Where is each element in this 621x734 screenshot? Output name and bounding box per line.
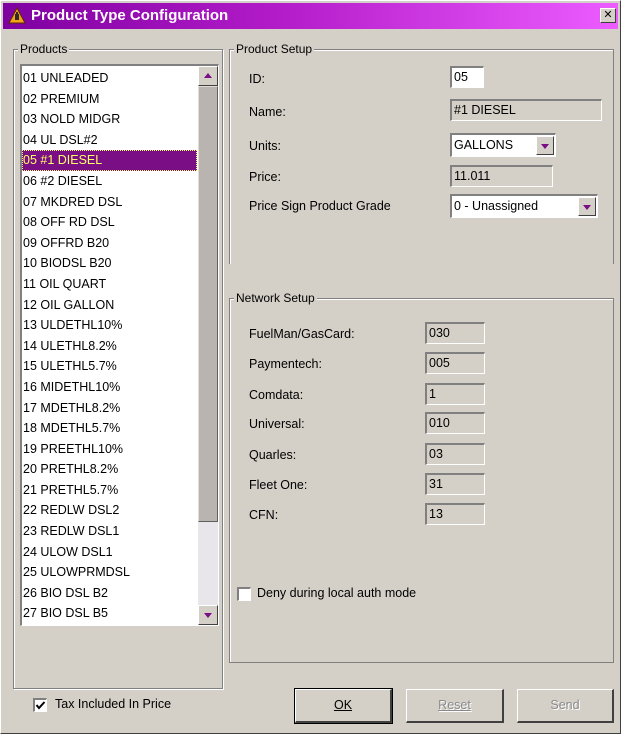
- price-label: Price:: [249, 170, 281, 184]
- list-item[interactable]: 12 OIL GALLON: [22, 295, 197, 316]
- deny-local-auth-label: Deny during local auth mode: [257, 586, 417, 600]
- checkmark-icon: [35, 701, 46, 710]
- list-item[interactable]: 23 REDLW DSL1: [22, 521, 197, 542]
- list-item[interactable]: 26 BIO DSL B2: [22, 583, 197, 604]
- list-item[interactable]: 05 #1 DIESEL: [22, 150, 197, 171]
- list-item[interactable]: 15 ULETHL5.7%: [22, 356, 197, 377]
- products-scrollbar[interactable]: [198, 66, 218, 625]
- network-row-field[interactable]: 005: [425, 352, 485, 374]
- products-legend: Products: [18, 41, 70, 57]
- network-row-field[interactable]: 1: [425, 383, 485, 405]
- network-row-label: Fleet One:: [249, 478, 308, 492]
- network-row-label: Comdata:: [249, 388, 304, 402]
- title-bar[interactable]: Product Type Configuration ✕: [3, 3, 618, 29]
- list-item[interactable]: 20 PRETHL8.2%: [22, 459, 197, 480]
- list-item[interactable]: 22 REDLW DSL2: [22, 500, 197, 521]
- network-setup-legend: Network Setup: [234, 290, 317, 306]
- name-field[interactable]: #1 DIESEL: [450, 99, 602, 121]
- units-select[interactable]: GALLONS: [450, 133, 556, 157]
- products-listbox[interactable]: 01 UNLEADED 02 PREMIUM 03 NOLD MIDGR 04 UL …: [20, 64, 219, 626]
- chevron-down-icon: [583, 205, 591, 210]
- product-list: 01 UNLEADED 02 PREMIUM 03 NOLD MIDGR 04 UL …: [22, 68, 197, 624]
- list-item[interactable]: 17 MDETHL8.2%: [22, 398, 197, 419]
- network-row-field[interactable]: 03: [425, 443, 485, 465]
- units-value: GALLONS: [454, 138, 514, 152]
- id-field[interactable]: 05: [450, 66, 484, 88]
- units-label: Units:: [249, 139, 281, 153]
- arrow-up-icon: [204, 73, 212, 78]
- deny-local-auth-checkbox[interactable]: [237, 587, 251, 601]
- network-row-field[interactable]: 010: [425, 412, 485, 434]
- list-item[interactable]: 16 MIDETHL10%: [22, 377, 197, 398]
- close-button[interactable]: ✕: [600, 8, 616, 23]
- window-title: Product Type Configuration: [31, 7, 229, 24]
- chevron-down-icon: [541, 144, 549, 149]
- list-item[interactable]: 21 PRETHL5.7%: [22, 480, 197, 501]
- list-item[interactable]: 10 BIODSL B20: [22, 253, 197, 274]
- id-label: ID:: [249, 72, 265, 86]
- list-item[interactable]: 01 UNLEADED: [22, 68, 197, 89]
- send-button[interactable]: Send: [517, 689, 614, 723]
- list-item[interactable]: 14 ULETHL8.2%: [22, 336, 197, 357]
- list-item[interactable]: 09 OFFRD B20: [22, 233, 197, 254]
- grade-value: 0 - Unassigned: [454, 199, 539, 213]
- send-button-label: Send: [550, 698, 580, 712]
- ok-button[interactable]: OK: [294, 688, 393, 724]
- list-item[interactable]: 27 BIO DSL B5: [22, 603, 197, 624]
- reset-button[interactable]: Reset: [406, 689, 504, 723]
- list-item[interactable]: 04 UL DSL#2: [22, 130, 197, 151]
- product-setup-group: Product Setup: [229, 41, 614, 264]
- network-row-label: Quarles:: [249, 448, 297, 462]
- list-item[interactable]: 03 NOLD MIDGR: [22, 109, 197, 130]
- product-setup-legend: Product Setup: [234, 41, 315, 57]
- arrow-down-icon: [204, 613, 212, 618]
- network-row-field[interactable]: 13: [425, 503, 485, 525]
- network-row-field[interactable]: 030: [425, 322, 485, 344]
- units-dropdown-button[interactable]: [536, 136, 554, 155]
- grade-dropdown-button[interactable]: [578, 197, 596, 216]
- scroll-down-button[interactable]: [198, 605, 218, 625]
- tax-included-label: Tax Included In Price: [55, 697, 172, 711]
- product-type-configuration-window: Product Type Configuration ✕ Products 01…: [0, 0, 621, 734]
- network-row-label: CFN:: [249, 508, 279, 522]
- list-item[interactable]: 18 MDETHL5.7%: [22, 418, 197, 439]
- grade-label: Price Sign Product Grade: [249, 199, 391, 213]
- list-item[interactable]: 02 PREMIUM: [22, 89, 197, 110]
- network-row-label: FuelMan/GasCard:: [249, 327, 355, 341]
- name-label: Name:: [249, 105, 286, 119]
- network-row-label: Paymentech:: [249, 357, 322, 371]
- scroll-thumb[interactable]: [198, 86, 218, 522]
- list-item[interactable]: 11 OIL QUART: [22, 274, 197, 295]
- list-item[interactable]: 07 MKDRED DSL: [22, 192, 197, 213]
- close-icon: ✕: [603, 9, 613, 21]
- reset-button-label: Reset: [438, 698, 471, 712]
- network-row-label: Universal:: [249, 417, 305, 431]
- list-item[interactable]: 25 ULOWPRMDSL: [22, 562, 197, 583]
- list-item[interactable]: 24 ULOW DSL1: [22, 542, 197, 563]
- price-field[interactable]: 11.011: [450, 165, 553, 187]
- scroll-up-button[interactable]: [198, 66, 218, 86]
- ok-button-label: OK: [333, 698, 353, 712]
- list-item[interactable]: 13 ULDETHL10%: [22, 315, 197, 336]
- list-item[interactable]: 08 OFF RD DSL: [22, 212, 197, 233]
- network-row-field[interactable]: 31: [425, 473, 485, 495]
- list-item[interactable]: 19 PREETHL10%: [22, 439, 197, 460]
- warning-fuel-icon: [8, 7, 26, 24]
- list-item[interactable]: 06 #2 DIESEL: [22, 171, 197, 192]
- tax-included-checkbox[interactable]: [33, 698, 47, 712]
- grade-select[interactable]: 0 - Unassigned: [450, 194, 598, 218]
